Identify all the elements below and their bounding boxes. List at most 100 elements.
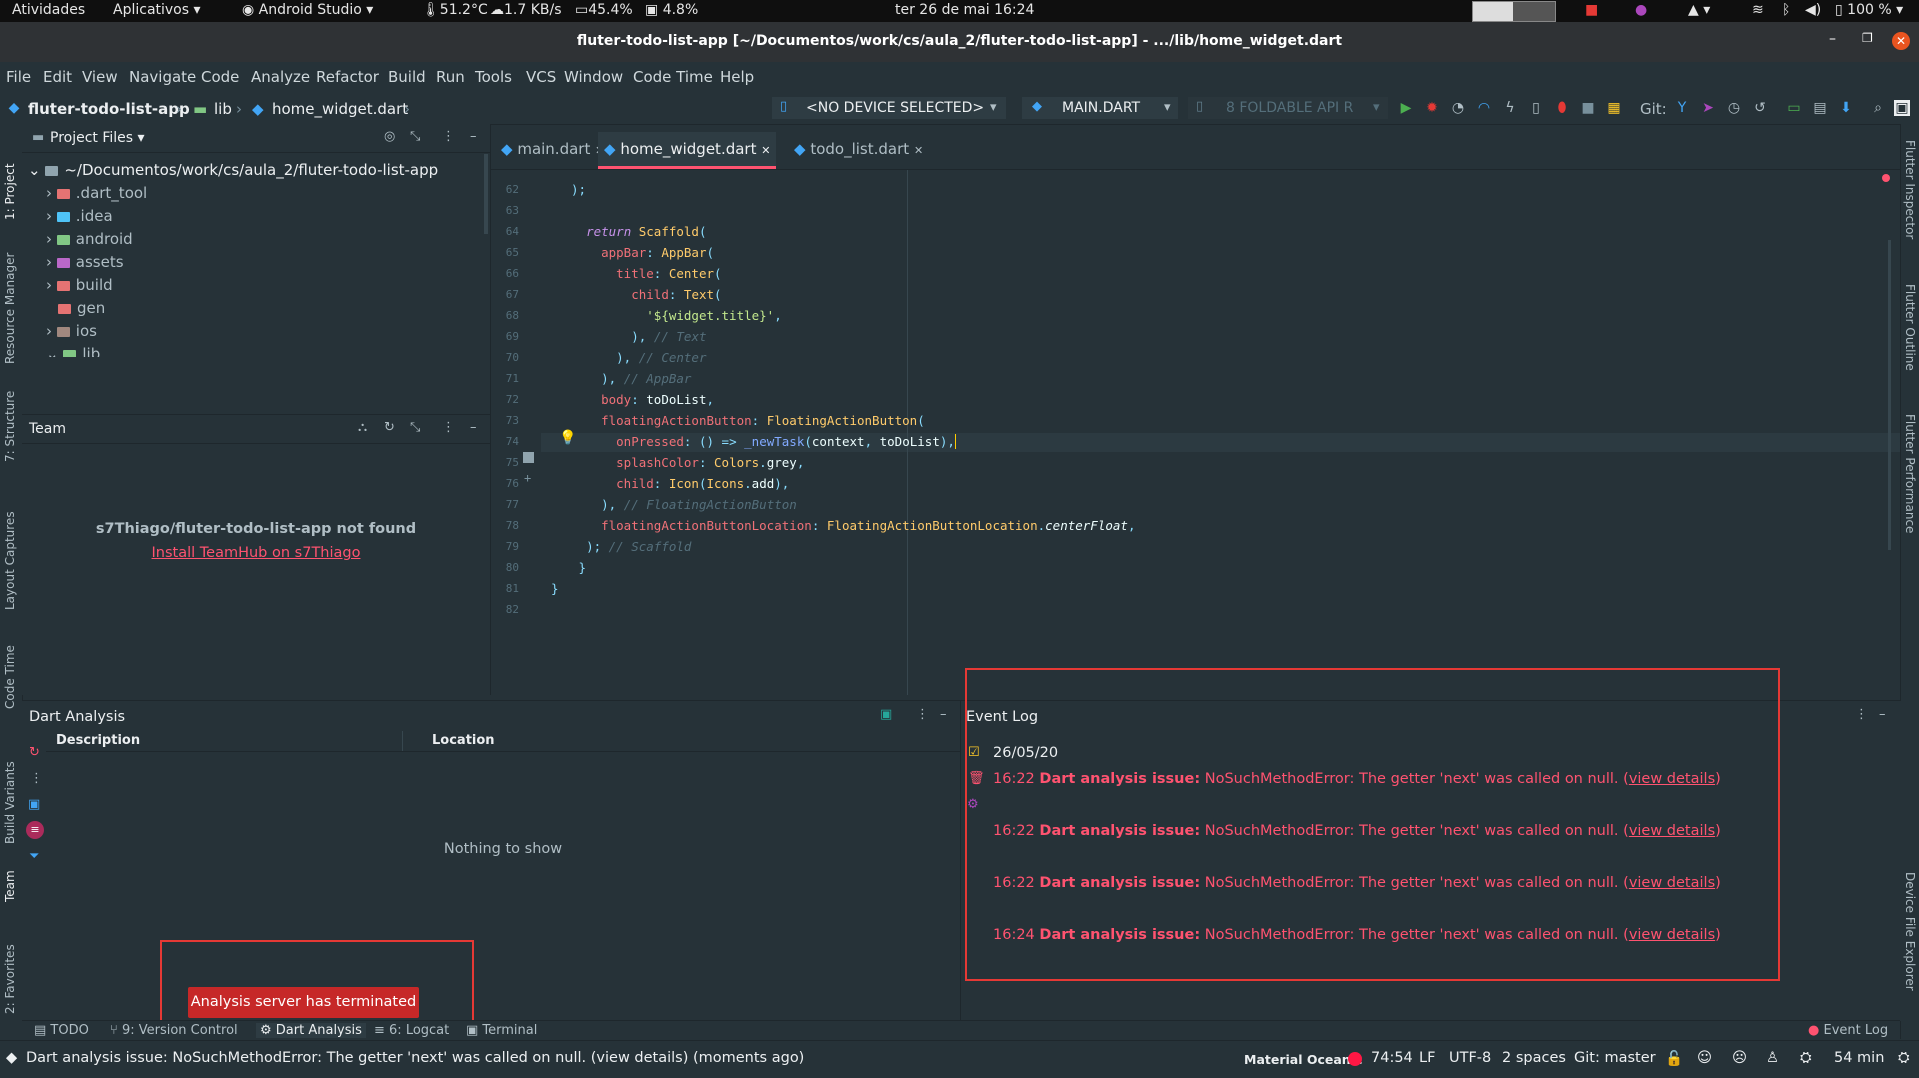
- locate-icon[interactable]: ◎: [384, 129, 395, 144]
- code-editor[interactable]: 62 63 64 65 66 67 68 69 70 71 72 73 74 7…: [491, 170, 1900, 695]
- tab-layout-captures[interactable]: Layout Captures: [3, 492, 17, 610]
- scrollbar[interactable]: [484, 154, 488, 234]
- tree-item-android[interactable]: › android: [46, 230, 133, 252]
- more-options-icon[interactable]: ⋮: [30, 771, 43, 786]
- smiley-icon[interactable]: ☺: [1697, 1050, 1712, 1066]
- refresh-icon[interactable]: ↻: [29, 745, 40, 760]
- sdk-manager-icon[interactable]: ⬇: [1838, 100, 1854, 116]
- breadcrumb-file[interactable]: home_widget.dart: [272, 100, 408, 118]
- column-description[interactable]: Description: [56, 733, 140, 748]
- maximize-icon[interactable]: ❐: [1862, 31, 1873, 45]
- run-config-selector[interactable]: ◆ MAIN.DART ▾: [1022, 97, 1178, 119]
- device-manager-icon[interactable]: ▤: [1812, 100, 1828, 116]
- menu-vcs[interactable]: VCS: [526, 68, 556, 86]
- volume-icon[interactable]: ◀): [1805, 2, 1821, 18]
- hide-panel-icon[interactable]: –: [940, 707, 947, 722]
- tab-favorites[interactable]: 2: Favorites: [3, 924, 17, 1014]
- install-teamhub-link[interactable]: Install TeamHub on s7Thiago: [22, 545, 490, 561]
- tool-tab-dart-analysis[interactable]: ⚙ Dart Analysis: [256, 1023, 366, 1038]
- minimize-icon[interactable]: –: [1829, 31, 1836, 47]
- editor-scrollbar[interactable]: [1888, 240, 1891, 550]
- theme-indicator[interactable]: Material Oceanic: [1244, 1052, 1362, 1067]
- inspector-icon[interactable]: ♙: [1766, 1050, 1779, 1066]
- search-icon[interactable]: ⌕: [1870, 100, 1886, 116]
- menu-view[interactable]: View: [82, 68, 118, 86]
- menu-navigate[interactable]: Navigate: [129, 68, 196, 86]
- menu-build[interactable]: Build: [388, 68, 426, 86]
- notifications-icon[interactable]: ⛭: [1898, 1050, 1910, 1066]
- more-options-icon[interactable]: ⋮: [916, 707, 929, 722]
- fold-icon[interactable]: +: [524, 471, 531, 485]
- close-tab-icon[interactable]: ✕: [761, 144, 770, 157]
- menu-analyze[interactable]: Analyze: [251, 68, 310, 86]
- tree-item-idea[interactable]: › .idea: [46, 207, 113, 229]
- terminal-icon[interactable]: ▭: [1786, 100, 1802, 116]
- run-icon[interactable]: ▶: [1398, 100, 1414, 116]
- tool-tab-event-log[interactable]: ● Event Log: [1808, 1023, 1888, 1038]
- tree-item-assets[interactable]: › assets: [46, 253, 124, 275]
- device-selector[interactable]: ▯ <NO DEVICE SELECTED> ▾: [772, 97, 1006, 119]
- tree-item-build[interactable]: › build: [46, 276, 113, 298]
- menu-refactor[interactable]: Refactor: [316, 68, 379, 86]
- breakpoint-marker[interactable]: [523, 452, 534, 463]
- code-time-value[interactable]: 54 min: [1834, 1050, 1884, 1066]
- applications-menu[interactable]: Aplicativos ▾: [113, 2, 201, 18]
- sort-icon[interactable]: ≡: [26, 821, 44, 839]
- avd-manager-icon[interactable]: ▦: [1606, 100, 1622, 116]
- tree-item-gen[interactable]: gen: [58, 299, 105, 321]
- git-rollback-icon[interactable]: ↺: [1752, 100, 1768, 116]
- hide-panel-icon[interactable]: –: [470, 129, 477, 144]
- collapse-all-icon[interactable]: ⤡: [410, 129, 420, 144]
- tab-todo-list-dart[interactable]: ◆ todo_list.dart ✕: [794, 140, 923, 158]
- tray-icon-red[interactable]: ■: [1585, 2, 1598, 18]
- breadcrumb-folder[interactable]: lib: [214, 100, 232, 118]
- tab-project[interactable]: 1: Project: [3, 136, 17, 220]
- tab-flutter-inspector[interactable]: Flutter Inspector: [1903, 140, 1917, 239]
- line-separator[interactable]: LF: [1419, 1050, 1435, 1066]
- menu-code-time[interactable]: Code Time: [633, 68, 713, 86]
- collapse-icon[interactable]: ⤡: [410, 420, 420, 435]
- filter-icon[interactable]: ⏷: [29, 849, 39, 864]
- menu-code[interactable]: Code: [201, 68, 239, 86]
- tab-structure[interactable]: 7: Structure: [3, 380, 17, 462]
- more-options-icon[interactable]: ⋮: [1855, 707, 1868, 722]
- git-history-icon[interactable]: ◷: [1726, 100, 1742, 116]
- sad-icon[interactable]: ☹: [1732, 1050, 1747, 1066]
- flutter-devtools-icon[interactable]: ⬮: [1554, 100, 1570, 116]
- hot-reload-icon[interactable]: ϟ: [1502, 100, 1518, 116]
- code-time-icon[interactable]: ⛭: [1800, 1050, 1812, 1066]
- attach-icon[interactable]: ◔: [1450, 100, 1466, 116]
- more-options-icon[interactable]: ⋮: [442, 420, 455, 435]
- menu-file[interactable]: File: [6, 68, 31, 86]
- analysis-settings-icon[interactable]: ▣: [880, 707, 892, 722]
- tab-home-widget-dart[interactable]: ◆ home_widget.dart ✕: [598, 132, 777, 169]
- git-update-icon[interactable]: Y: [1674, 100, 1690, 116]
- bluetooth-icon[interactable]: ᛒ: [1782, 2, 1790, 18]
- ide-features-icon[interactable]: ▣: [1894, 100, 1910, 116]
- tab-flutter-outline[interactable]: Flutter Outline: [1903, 284, 1917, 371]
- hide-panel-icon[interactable]: –: [470, 420, 477, 435]
- tab-resource-manager[interactable]: Resource Manager: [3, 234, 17, 364]
- tab-code-time[interactable]: Code Time: [3, 629, 17, 709]
- team-icon[interactable]: ⛬: [358, 420, 367, 435]
- tree-item-dart-tool[interactable]: › .dart_tool: [46, 184, 147, 206]
- tab-build-variants[interactable]: Build Variants: [3, 734, 17, 844]
- active-workspace[interactable]: [1473, 2, 1513, 21]
- tool-tab-version-control[interactable]: ⑂ 9: Version Control: [110, 1023, 238, 1038]
- wifi-icon[interactable]: ≋: [1752, 2, 1764, 18]
- caret-position[interactable]: 74:54: [1371, 1050, 1413, 1066]
- tab-device-file-explorer[interactable]: Device File Explorer: [1903, 872, 1917, 991]
- clock[interactable]: ter 26 de mai 16:24: [895, 2, 1034, 18]
- stop-icon[interactable]: ■: [1580, 100, 1596, 116]
- git-branch[interactable]: Git: master: [1574, 1050, 1656, 1066]
- breadcrumb-project[interactable]: fluter-todo-list-app: [28, 100, 190, 118]
- emulator-selector[interactable]: ▯ 8 FOLDABLE API R ▾: [1188, 97, 1388, 119]
- menu-tools[interactable]: Tools: [475, 68, 512, 86]
- column-location[interactable]: Location: [432, 733, 495, 748]
- refresh-icon[interactable]: ↻: [384, 420, 395, 435]
- tool-tab-todo[interactable]: ▤ TODO: [34, 1023, 89, 1038]
- group-by-icon[interactable]: ▣: [28, 797, 40, 812]
- menu-edit[interactable]: Edit: [43, 68, 72, 86]
- tool-tab-terminal[interactable]: ▣ Terminal: [466, 1023, 537, 1038]
- file-encoding[interactable]: UTF-8: [1449, 1050, 1491, 1066]
